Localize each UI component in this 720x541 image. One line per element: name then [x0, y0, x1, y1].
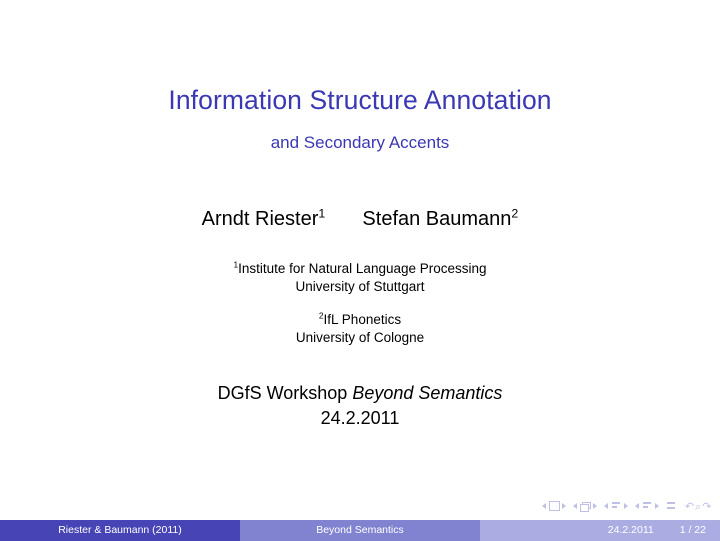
affiliation-2-institute-text: IfL Phonetics [323, 312, 402, 327]
footer-title: Beyond Semantics [240, 520, 480, 541]
nav-section-group[interactable] [635, 502, 660, 511]
author-first-name: Arndt Riester [201, 208, 319, 230]
event-prefix: DGfS Workshop [217, 383, 353, 403]
forward-arrow-icon[interactable]: ↷ [702, 501, 711, 512]
event-block: DGfS Workshop Beyond Semantics 24.2.2011 [0, 381, 720, 431]
affiliation-list: 1Institute for Natural Language Processi… [0, 260, 720, 346]
author-second: Stefan Baumann2 [362, 206, 518, 232]
nav-subsection-group[interactable] [604, 502, 629, 511]
nav-arrow-group[interactable]: ↶ ⌕ ↷ [684, 501, 712, 512]
author-list: Arndt Riester1 Stefan Baumann2 [0, 206, 720, 232]
affiliation-2-institute: 2IfL Phonetics [0, 311, 720, 329]
title-block: Information Structure Annotation and Sec… [0, 84, 720, 154]
author-second-name: Stefan Baumann [362, 208, 512, 230]
section-icon[interactable] [642, 502, 653, 511]
slide-icon[interactable] [548, 501, 560, 511]
event-line: DGfS Workshop Beyond Semantics [0, 381, 720, 406]
footer-date: 24.2.2011 [607, 524, 654, 536]
nav-frame-prev-icon[interactable] [573, 503, 578, 509]
back-arrow-icon[interactable]: ↶ [685, 501, 694, 512]
nav-slide-prev-icon[interactable] [542, 503, 547, 509]
beamer-navigation-bar[interactable]: ↶ ⌕ ↷ [542, 498, 712, 514]
presentation-icon[interactable] [666, 502, 677, 511]
affiliation-2: 2IfL Phonetics University of Cologne [0, 311, 720, 346]
frame-icon[interactable] [579, 501, 592, 512]
footer-author: Riester & Baumann (2011) [0, 520, 240, 541]
author-second-marker: 2 [511, 206, 519, 221]
footer-bar: Riester & Baumann (2011) Beyond Semantic… [0, 520, 720, 541]
nav-presentation-group[interactable] [666, 502, 677, 511]
nav-subsection-prev-icon[interactable] [604, 503, 609, 509]
event-date: 24.2.2011 [320, 408, 400, 428]
footer-page-number: 1 / 22 [679, 524, 706, 536]
author-first-marker: 1 [318, 206, 326, 221]
affiliation-1-institute-text: Institute for Natural Language Processin… [238, 261, 487, 276]
nav-slide-group[interactable] [542, 501, 567, 511]
page-title: Information Structure Annotation [168, 85, 552, 115]
nav-slide-next-icon[interactable] [562, 503, 567, 509]
presentation-slide: Information Structure Annotation and Sec… [0, 0, 720, 541]
affiliation-1-university: University of Stuttgart [295, 278, 425, 294]
affiliation-1-institute: 1Institute for Natural Language Processi… [0, 260, 720, 278]
nav-subsection-next-icon[interactable] [624, 503, 629, 509]
nav-section-next-icon[interactable] [655, 503, 660, 509]
affiliation-2-university: University of Cologne [295, 329, 425, 345]
page-subtitle: and Secondary Accents [270, 133, 450, 152]
affiliation-1: 1Institute for Natural Language Processi… [0, 260, 720, 295]
footer-right: 24.2.2011 1 / 22 [480, 520, 720, 541]
author-first: Arndt Riester1 [202, 206, 326, 232]
nav-frame-group[interactable] [573, 501, 598, 512]
workshop-title: Beyond Semantics [352, 383, 503, 403]
nav-frame-next-icon[interactable] [593, 503, 598, 509]
nav-section-prev-icon[interactable] [635, 503, 640, 509]
subsection-icon[interactable] [611, 502, 622, 511]
search-icon[interactable]: ⌕ [695, 501, 701, 512]
